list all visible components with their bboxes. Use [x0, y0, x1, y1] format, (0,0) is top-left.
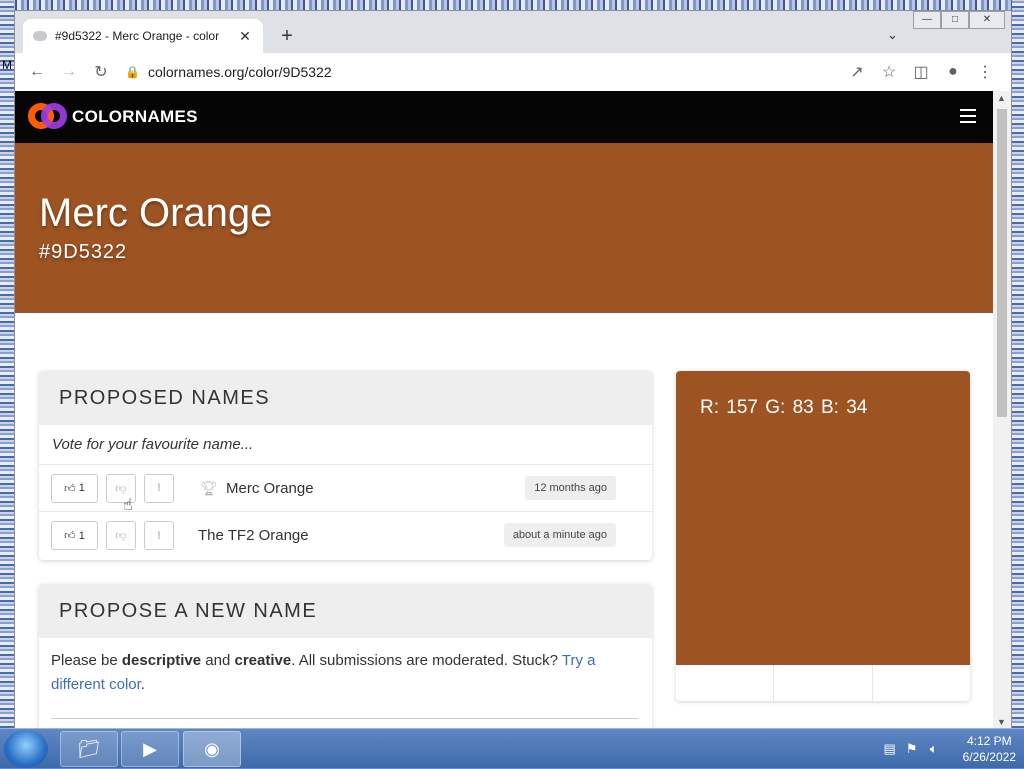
profile-avatar-icon[interactable]: ● — [937, 56, 969, 88]
swatch-footer — [676, 665, 970, 701]
volume-icon[interactable]: 🔈︎ — [923, 741, 945, 757]
tab-title: #9d5322 - Merc Orange - color — [55, 29, 220, 43]
lock-icon[interactable]: 🔒 — [125, 65, 140, 79]
hamburger-menu-icon[interactable] — [960, 109, 976, 127]
close-window-button[interactable]: ✕ — [969, 11, 1005, 29]
scroll-up-icon[interactable]: ▲ — [997, 93, 1006, 103]
forward-arrow-icon[interactable]: → — [53, 56, 85, 88]
instr-text: and — [201, 652, 235, 669]
page-scrollbar[interactable]: ▲ ▼ — [993, 91, 1011, 729]
windows-taskbar: 📁︎ ▶ ◉ ▤ ⚑ 🔈︎ 4:12 PM 6/26/2022 — [0, 728, 1024, 768]
maximize-button[interactable]: □ — [941, 11, 969, 29]
color-hero: Merc Orange #9D5322 — [15, 143, 994, 313]
tab-search-chevron-icon[interactable]: ⌄ — [887, 27, 898, 43]
desktop-noise-left — [0, 0, 14, 730]
proposed-names-heading: PROPOSED NAMES — [39, 371, 652, 425]
proposed-names-card: PROPOSED NAMES Vote for your favourite n… — [39, 371, 652, 560]
vote-hint: Vote for your favourite name... — [39, 425, 652, 465]
proposed-name: The TF2 Orange — [198, 527, 309, 544]
address-bar[interactable]: 🔒 colornames.org/color/9D5322 — [125, 58, 885, 86]
swatch-footer-cell[interactable] — [774, 665, 873, 701]
flag-button[interactable]: ! — [144, 521, 174, 550]
mouse-pointer-icon: ☝︎ — [123, 497, 133, 514]
swatch-footer-cell[interactable] — [873, 665, 970, 701]
file-explorer-taskbar-icon[interactable]: 📁︎ — [60, 731, 118, 767]
browser-window: #9d5322 - Merc Orange - color ✕ + ⌄ — □ … — [14, 10, 1012, 729]
flag-button[interactable]: ! — [144, 473, 174, 503]
minimize-button[interactable]: — — [913, 11, 941, 29]
taskbar-clock[interactable]: 4:12 PM 6/26/2022 — [963, 733, 1016, 765]
site-brand[interactable]: COLORNAMES — [72, 107, 198, 127]
desktop-letter: M — [2, 58, 12, 72]
action-center-flag-icon[interactable]: ⚑ — [901, 741, 923, 757]
instr-text: . All submissions are moderated. Stuck? — [291, 652, 562, 669]
browser-tab[interactable]: #9d5322 - Merc Orange - color ✕ — [23, 19, 263, 53]
propose-instructions: Please be descriptive and creative. All … — [39, 638, 652, 697]
upvote-button[interactable]: 👍︎ 1 — [51, 521, 98, 550]
scroll-down-icon[interactable]: ▼ — [997, 717, 1006, 727]
downvote-button[interactable]: 👎︎ — [106, 521, 136, 550]
proposed-name: Merc Orange — [226, 479, 314, 497]
browser-toolbar: ← → ↻ 🔒 colornames.org/color/9D5322 ↗ ☆ … — [15, 53, 1011, 91]
color-swatch: R: 157 G: 83 B: 34 — [676, 371, 970, 665]
upvote-button[interactable]: 👍︎ 1 — [51, 473, 98, 503]
propose-name-heading: PROPOSE A NEW NAME — [39, 584, 652, 638]
web-page: COLORNAMES Merc Orange #9D5322 PROPOSED … — [15, 91, 994, 729]
side-panel-icon[interactable]: ◫ — [905, 56, 937, 88]
thumbs-up-icon: 👍︎ — [64, 530, 79, 542]
instr-text: Please be — [51, 652, 122, 669]
start-button[interactable] — [4, 730, 48, 768]
upvote-count: 1 — [78, 482, 85, 494]
instr-bold: descriptive — [121, 652, 202, 669]
url-text[interactable]: colornames.org/color/9D5322 — [148, 64, 332, 80]
flag-icon: ! — [157, 529, 161, 542]
share-icon[interactable]: ↗ — [841, 56, 873, 88]
tab-strip: #9d5322 - Merc Orange - color ✕ + ⌄ — □ … — [15, 11, 1011, 53]
clock-time: 4:12 PM — [966, 734, 1012, 748]
tab-close-icon[interactable]: ✕ — [237, 28, 253, 45]
color-name-title: Merc Orange — [39, 191, 273, 235]
name-timestamp: about a minute ago — [503, 523, 616, 547]
new-tab-button[interactable]: + — [275, 25, 299, 49]
thumbs-up-icon: 👍︎ — [64, 482, 79, 495]
desktop-noise-right — [1012, 0, 1024, 730]
rgb-values: R: 157 G: 83 B: 34 — [700, 397, 868, 418]
site-navbar: COLORNAMES — [15, 91, 994, 143]
color-hex-code: #9D5322 — [39, 241, 128, 263]
trophy-icon: 🏆︎ — [200, 479, 218, 496]
swatch-footer-cell[interactable] — [676, 665, 775, 701]
name-row: 👍︎ 1 👎︎ ! The TF2 Orange about a minute … — [39, 512, 652, 559]
upvote-count: 1 — [78, 529, 85, 542]
toolbar-actions: ↗ ☆ ◫ ● ⋮ — [841, 56, 1001, 88]
thumbs-down-icon: 👎︎ — [115, 482, 127, 495]
media-player-taskbar-icon[interactable]: ▶ — [121, 731, 179, 767]
flag-icon: ! — [157, 482, 161, 494]
clock-date: 6/26/2022 — [962, 750, 1016, 764]
instr-text: . — [140, 676, 145, 693]
instr-bold: creative — [234, 652, 292, 669]
thumbs-down-icon: 👎︎ — [115, 530, 127, 542]
propose-name-card: PROPOSE A NEW NAME Please be descriptive… — [39, 584, 652, 729]
name-input-field[interactable] — [51, 718, 638, 728]
menu-kebab-icon[interactable]: ⋮ — [969, 56, 1001, 88]
scrollbar-thumb[interactable] — [997, 109, 1007, 417]
chrome-taskbar-icon[interactable]: ◉ — [183, 731, 241, 767]
system-tray: ▤ ⚑ 🔈︎ 4:12 PM 6/26/2022 — [879, 729, 1024, 769]
back-arrow-icon[interactable]: ← — [21, 56, 53, 88]
colornames-logo-icon[interactable] — [28, 103, 68, 131]
network-icon[interactable]: ▤ — [879, 741, 901, 757]
reload-icon[interactable]: ↻ — [85, 56, 117, 88]
name-timestamp: 12 months ago — [525, 476, 616, 500]
bookmark-star-icon[interactable]: ☆ — [873, 56, 905, 88]
color-swatch-card: R: 157 G: 83 B: 34 — [676, 371, 970, 701]
favicon-icon — [33, 31, 47, 41]
